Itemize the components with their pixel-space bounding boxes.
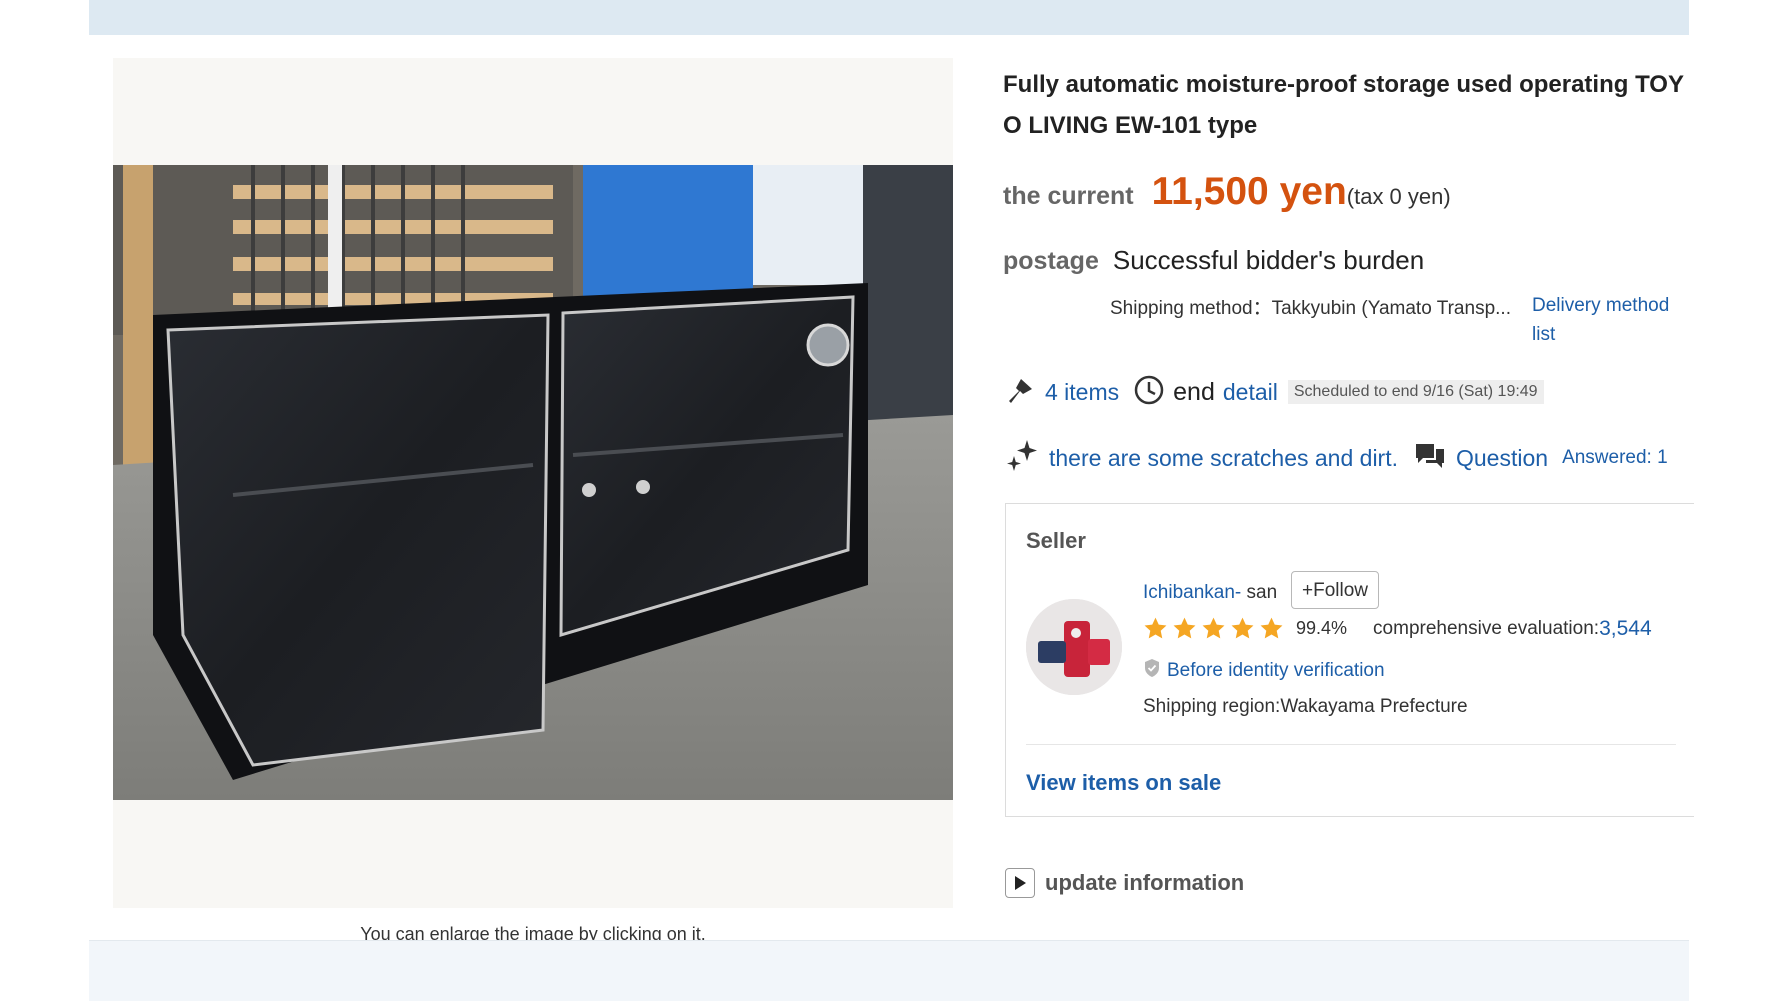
auction-status-row: 4 items end detail Scheduled to end 9/16… [1005,374,1544,410]
shipping-region: Shipping region:Wakayama Prefecture [1143,696,1468,717]
product-image-frame[interactable] [113,58,953,908]
star-rating [1143,616,1284,641]
cabinet-photo-illustration [113,165,953,800]
clock-icon [1133,374,1165,411]
scheduled-end-badge: Scheduled to end 9/16 (Sat) 19:49 [1287,380,1544,404]
evaluation-count-link[interactable]: 3,544 [1599,617,1652,641]
sparkle-icon [1005,438,1039,479]
star-icon [1231,617,1254,639]
item-title: Fully automatic moisture-proof storage u… [1003,71,1684,139]
question-link[interactable]: Question [1456,445,1548,472]
verify-shield-icon [1143,658,1161,684]
tax-note: (tax 0 yen) [1346,184,1451,209]
rating-percent: 99.4% [1296,618,1348,638]
end-label: end [1173,377,1215,406]
current-price: 11,500 yen [1151,170,1347,213]
view-items-link[interactable]: View items on sale [1026,770,1221,796]
bottom-band [89,940,1689,1001]
chat-icon [1414,441,1446,476]
evaluation-label: comprehensive evaluation: [1373,617,1600,639]
star-icon [1202,617,1225,639]
star-icon [1144,617,1167,639]
star-icon [1260,617,1283,639]
seller-name-link[interactable]: Ichibankan- [1143,582,1241,603]
answered-count-link[interactable]: Answered: 1 [1562,447,1668,469]
play-icon [1005,868,1035,898]
seller-panel: Seller Ichibankan- san +Follow 99.4% com… [1005,503,1694,817]
star-icon [1173,617,1196,639]
end-detail-link[interactable]: detail [1223,379,1278,406]
postage-label: postage [1003,247,1099,275]
top-band [89,0,1689,35]
postage-value: Successful bidder's burden [1112,245,1425,275]
follow-button[interactable]: +Follow [1291,571,1379,609]
product-photo[interactable] [113,165,953,800]
condition-row: there are some scratches and dirt. Quest… [1005,438,1668,478]
price-row: the current 11,500 yen (tax 0 yen) [1003,170,1451,214]
avatar[interactable] [1026,599,1122,695]
bid-count-link[interactable]: 4 items [1045,379,1119,406]
postage-row: postage Successful bidder's burden [1003,245,1424,276]
update-information-toggle[interactable]: update information [1005,868,1244,898]
verification-row: Before identity verification [1143,658,1385,684]
seller-heading: Seller [1026,528,1086,553]
seller-name: Ichibankan- san [1143,582,1277,604]
shipping-method: Shipping method：Takkyubin (Yamato Transp… [1110,298,1511,319]
seller-divider [1026,744,1676,745]
rating-row: 99.4% comprehensive evaluation: 3,544 [1143,616,1652,641]
gavel-icon [1005,375,1035,410]
seller-honorific: san [1241,582,1278,603]
update-information-label: update information [1045,870,1245,895]
price-label: the current [1003,182,1134,210]
delivery-method-link[interactable]: Delivery method list [1532,291,1692,349]
condition-link[interactable]: there are some scratches and dirt. [1049,445,1398,472]
identity-verification-link[interactable]: Before identity verification [1167,660,1385,682]
